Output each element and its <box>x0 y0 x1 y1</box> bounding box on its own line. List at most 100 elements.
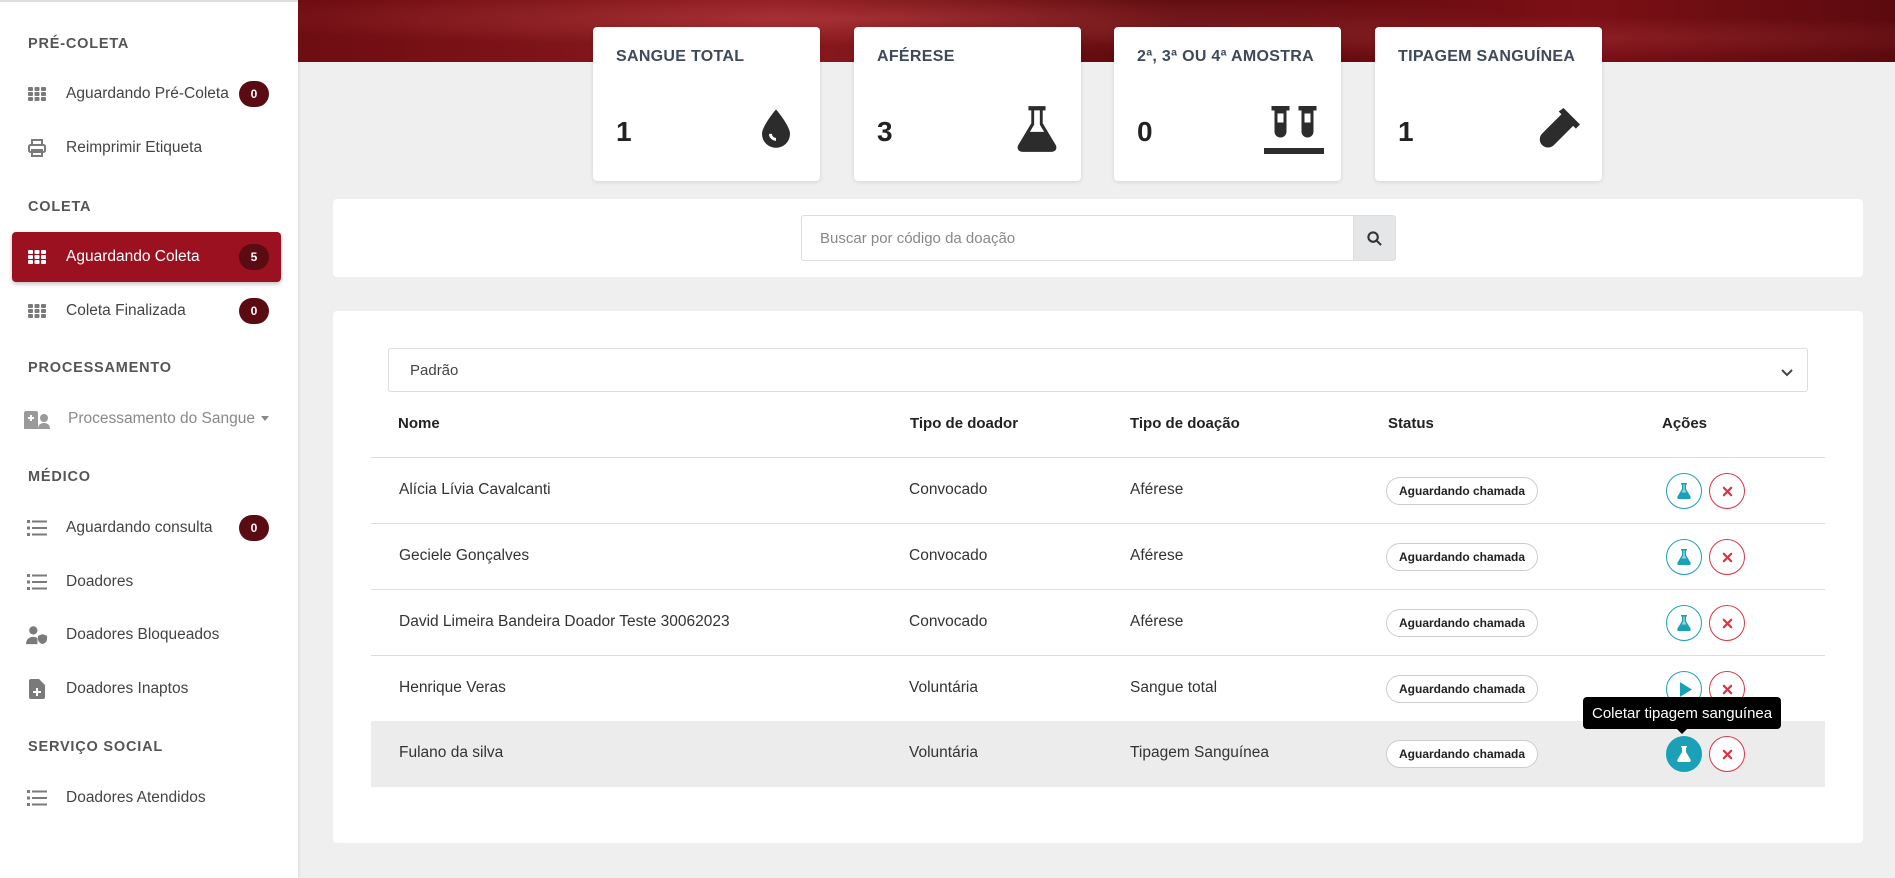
chevron-down-icon <box>1781 364 1793 381</box>
flask-icon <box>1011 102 1063 154</box>
grid-icon <box>26 246 48 268</box>
cell-tipo-doador: Voluntária <box>909 744 978 761</box>
close-icon <box>1722 618 1733 629</box>
stat-title: AFÉRESE <box>877 48 955 65</box>
collect-button[interactable] <box>1666 473 1702 509</box>
cell-nome: David Limeira Bandeira Doador Teste 3006… <box>399 613 730 630</box>
sidebar-item-label: Coleta Finalizada <box>66 302 186 319</box>
section-title-pre-coleta: PRÉ-COLETA <box>28 36 130 52</box>
cell-tipo-doacao: Aférese <box>1130 481 1184 498</box>
cell-tipo-doador: Convocado <box>909 547 988 564</box>
sidebar-item-doadores-atendidos[interactable]: Doadores Atendidos <box>12 773 281 823</box>
sidebar-item-aguardando-pre-coleta[interactable]: Aguardando Pré-Coleta 0 <box>12 69 281 119</box>
cell-tipo-doacao: Aférese <box>1130 613 1184 630</box>
hospital-user-icon <box>24 408 50 430</box>
sidebar-item-aguardando-coleta[interactable]: Aguardando Coleta 5 <box>12 232 281 282</box>
flask-icon <box>1677 549 1691 565</box>
stat-card-amostra: 2ª, 3ª OU 4ª AMOSTRA 0 <box>1114 27 1341 181</box>
sidebar: PRÉ-COLETA Aguardando Pré-Coleta 0 Reimp… <box>0 0 298 878</box>
list-icon <box>26 571 48 593</box>
cell-tipo-doacao: Aférese <box>1130 547 1184 564</box>
sidebar-item-doadores[interactable]: Doadores <box>12 557 281 607</box>
section-title-servico-social: SERVIÇO SOCIAL <box>28 739 164 755</box>
collect-tipagem-button[interactable] <box>1666 736 1702 772</box>
close-icon <box>1722 552 1733 563</box>
play-icon <box>1679 682 1692 697</box>
stat-value: 1 <box>616 116 632 147</box>
sidebar-item-doadores-bloqueados[interactable]: Doadores Bloqueados <box>12 610 281 660</box>
count-badge: 5 <box>239 244 269 270</box>
stat-title: SANGUE TOTAL <box>616 48 745 65</box>
list-icon <box>26 787 48 809</box>
cell-nome: Fulano da silva <box>399 744 504 761</box>
filter-select[interactable]: Padrão <box>388 348 1808 392</box>
caret-down-icon <box>260 416 269 422</box>
stat-card-tipagem-sanguinea: TIPAGEM SANGUÍNEA 1 <box>1375 27 1602 181</box>
cancel-button[interactable] <box>1709 605 1745 641</box>
count-badge: 0 <box>239 515 269 541</box>
status-badge: Aguardando chamada <box>1386 740 1539 768</box>
close-icon <box>1722 486 1733 497</box>
droplet-icon <box>750 102 802 154</box>
user-shield-icon <box>26 624 48 646</box>
sidebar-item-processamento-do-sangue[interactable]: Processamento do Sangue <box>10 394 279 444</box>
sidebar-item-label: Aguardando Coleta <box>66 248 200 265</box>
sidebar-item-reimprimir-etiqueta[interactable]: Reimprimir Etiqueta <box>12 123 281 173</box>
file-medical-icon <box>26 678 48 700</box>
cell-nome: Henrique Veras <box>399 679 506 696</box>
cancel-button[interactable] <box>1709 473 1745 509</box>
flask-icon <box>1677 746 1691 762</box>
sidebar-item-label: Aguardando consulta <box>66 519 213 536</box>
stat-title: TIPAGEM SANGUÍNEA <box>1398 48 1576 65</box>
printer-icon <box>26 137 48 159</box>
sidebar-item-aguardando-consulta[interactable]: Aguardando consulta 0 <box>12 503 281 553</box>
column-header-tipo-de-doacao: Tipo de doação <box>1130 415 1240 432</box>
flask-icon <box>1677 615 1691 631</box>
tooltip: Coletar tipagem sanguínea <box>1583 697 1782 734</box>
cell-nome: Alícia Lívia Cavalcanti <box>399 481 551 498</box>
cancel-button[interactable] <box>1709 539 1745 575</box>
stat-value: 0 <box>1137 116 1153 147</box>
close-icon <box>1722 684 1733 695</box>
sidebar-item-label: Doadores Bloqueados <box>66 626 220 643</box>
header-banner <box>298 0 1895 62</box>
count-badge: 0 <box>239 81 269 107</box>
column-header-status: Status <box>1388 415 1434 432</box>
stat-title: 2ª, 3ª OU 4ª AMOSTRA <box>1137 48 1314 65</box>
status-badge: Aguardando chamada <box>1386 543 1539 571</box>
list-icon <box>26 517 48 539</box>
table-row: Alícia Lívia Cavalcanti Convocado Aféres… <box>371 458 1825 524</box>
stat-value: 3 <box>877 116 893 147</box>
cancel-button[interactable] <box>1709 736 1745 772</box>
stat-card-sangue-total: SANGUE TOTAL 1 <box>593 27 820 181</box>
column-header-tipo-de-doador: Tipo de doador <box>910 415 1019 432</box>
section-title-medico: MÉDICO <box>28 469 91 485</box>
cell-tipo-doacao: Sangue total <box>1130 679 1218 696</box>
grid-icon <box>26 300 48 322</box>
column-header-acoes: Ações <box>1662 415 1708 432</box>
search-button[interactable] <box>1353 215 1396 261</box>
search-input[interactable] <box>801 215 1353 261</box>
sidebar-item-coleta-finalizada[interactable]: Coleta Finalizada 0 <box>12 286 281 336</box>
sidebar-item-doadores-inaptos[interactable]: Doadores Inaptos <box>12 664 281 714</box>
syringe-icon <box>1532 102 1584 154</box>
cell-tipo-doador: Convocado <box>909 481 988 498</box>
stat-value: 1 <box>1398 116 1414 147</box>
filter-select-value: Padrão <box>410 361 459 379</box>
search-icon <box>1367 231 1382 246</box>
section-title-processamento: PROCESSAMENTO <box>28 360 172 376</box>
sidebar-item-label: Doadores Inaptos <box>66 680 189 697</box>
collect-button[interactable] <box>1666 539 1702 575</box>
stat-card-aferese: AFÉRESE 3 <box>854 27 1081 181</box>
sidebar-item-label: Reimprimir Etiqueta <box>66 139 203 156</box>
cell-tipo-doador: Convocado <box>909 613 988 630</box>
sidebar-item-label: Processamento do Sangue <box>68 410 255 427</box>
status-badge: Aguardando chamada <box>1386 477 1539 505</box>
count-badge: 0 <box>239 298 269 324</box>
table-row: Geciele Gonçalves Convocado Aférese Agua… <box>371 524 1825 590</box>
collect-button[interactable] <box>1666 605 1702 641</box>
cell-nome: Geciele Gonçalves <box>399 547 530 564</box>
sidebar-item-label: Doadores Atendidos <box>66 789 206 806</box>
table-row: David Limeira Bandeira Doador Teste 3006… <box>371 590 1825 656</box>
status-badge: Aguardando chamada <box>1386 675 1539 703</box>
